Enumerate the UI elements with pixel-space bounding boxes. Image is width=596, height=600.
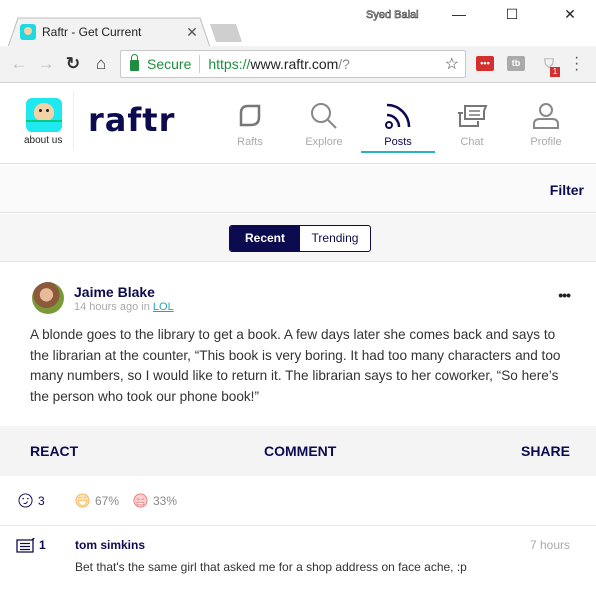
nav-explore-label: Explore [305,136,343,148]
comment-count: 1 [39,538,46,552]
sort-toggle: Recent Trending [229,225,371,252]
reload-icon[interactable]: ↻ [62,54,84,74]
user-icon [509,100,583,132]
logo-divider [73,92,74,150]
home-icon[interactable]: ⌂ [90,54,112,74]
profile-name[interactable]: Syed Balal [366,9,419,22]
nav-posts-label: Posts [384,136,412,148]
url-path: /? [338,56,350,72]
comment-button[interactable]: COMMENT [264,443,336,459]
site-header: about us raftr Rafts Explore Posts Chat … [0,84,596,164]
lastpass-extension-icon[interactable]: ••• [476,56,494,71]
lock-icon [130,54,139,71]
bookmark-star-icon[interactable]: ☆ [445,54,459,74]
comments-icon [16,538,35,553]
url-scheme: https:// [208,56,251,72]
search-icon [287,100,361,132]
post-body: A blonde goes to the library to get a bo… [30,327,561,404]
author-avatar[interactable] [32,282,64,314]
post-author[interactable]: Jaime Blake [74,284,155,300]
angry-reaction[interactable]: 33% [133,493,177,508]
browser-menu-icon[interactable]: · · · [574,50,579,78]
leaf-icon [213,100,287,132]
nav-profile-label: Profile [530,136,562,148]
comment-time: 7 hours [529,538,570,552]
maximize-icon[interactable]: ☐ [497,6,527,23]
smiley-icon [18,493,33,508]
tubebuddy-extension-icon[interactable]: tb [507,56,525,71]
back-arrow-icon[interactable]: ← [8,54,30,74]
post-meta: 14 hours ago in LOL [74,301,174,313]
raftr-favicon-icon [20,24,36,40]
comment-item: 1 tom simkins 7 hours Bet that's the sam… [0,527,596,600]
filter-bar: Filter [0,165,596,213]
tab-title: Raftr - Get Current [42,25,142,39]
more-options-icon[interactable]: ••• [558,287,571,303]
angry-face-icon [133,493,148,508]
angry-percent: 33% [153,493,178,508]
secure-label: Secure [147,56,192,72]
nav-explore[interactable]: Explore [287,100,361,148]
post-card: Jaime Blake 14 hours ago in LOL ••• A bl… [0,263,596,600]
sort-bar: Recent Trending [0,214,596,262]
community-link[interactable]: LOL [153,301,174,313]
nav-profile[interactable]: Profile [509,100,583,148]
nav-posts[interactable]: Posts [361,100,435,148]
new-tab-button[interactable] [210,24,242,42]
laugh-reaction[interactable]: 67% [75,493,119,508]
address-bar[interactable]: Secure https://www.raftr.com/? ☆ [120,50,466,78]
filter-button[interactable]: Filter [550,182,584,198]
close-window-icon[interactable]: ✕ [555,6,585,23]
nav-chat[interactable]: Chat [435,100,509,148]
browser-titlebar: Raftr - Get Current ✕ Syed Balal — ☐ ✕ [0,0,596,47]
browser-tab[interactable]: Raftr - Get Current ✕ [20,21,200,43]
reaction-count[interactable]: 3 [18,493,45,508]
comment-author[interactable]: tom simkins [75,538,145,552]
chat-icon [435,100,509,132]
brand-wordmark[interactable]: raftr [88,101,175,139]
minimize-icon[interactable]: — [444,6,474,22]
tab-trending[interactable]: Trending [300,226,370,251]
nav-rafts[interactable]: Rafts [213,100,287,148]
active-nav-indicator [361,151,435,153]
rss-icon [361,100,435,132]
forward-arrow-icon[interactable]: → [35,54,57,74]
comment-text: Bet that's the same girl that asked me f… [75,560,467,574]
tab-close-icon[interactable]: ✕ [184,24,200,41]
url-text[interactable]: https://www.raftr.com/? [208,56,350,72]
about-us-link[interactable]: about us [24,135,62,146]
laugh-percent: 67% [95,493,120,508]
reaction-count-value: 3 [38,493,45,508]
reaction-summary: 3 67% 33% [0,476,596,526]
nav-rafts-label: Rafts [237,136,263,148]
extension-badge: 1 [550,67,560,77]
browser-toolbar: ← → ↻ ⌂ Secure https://www.raftr.com/? ☆… [0,46,596,83]
otter-logo-icon[interactable] [26,98,62,132]
post-action-bar: REACT COMMENT SHARE [0,426,596,476]
laugh-face-icon [75,493,90,508]
tab-recent[interactable]: Recent [230,226,300,251]
nav-chat-label: Chat [460,136,484,148]
post-time: 14 hours ago in [74,301,150,313]
share-button[interactable]: SHARE [521,443,570,459]
omnibox-divider [199,55,201,73]
url-host: www.raftr.com [250,56,339,72]
react-button[interactable]: REACT [30,443,78,459]
